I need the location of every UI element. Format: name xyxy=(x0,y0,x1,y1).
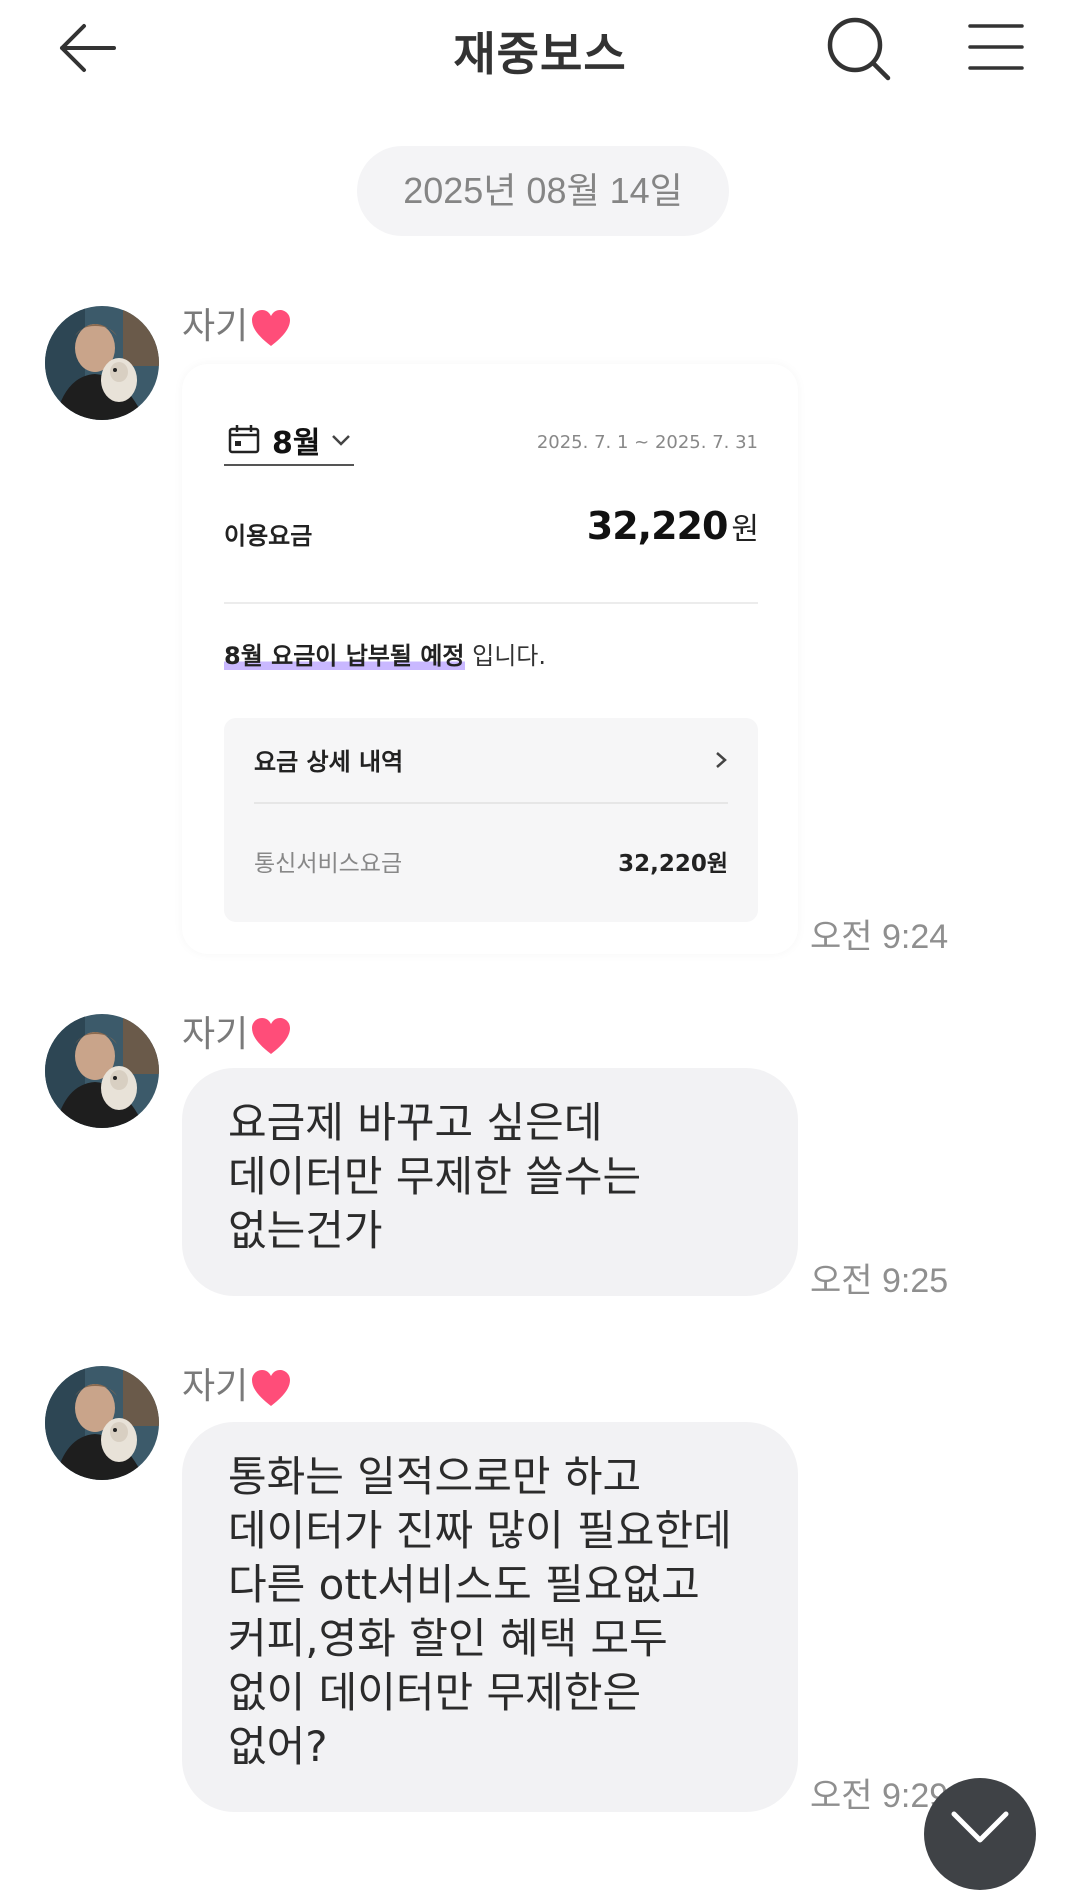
sender-name-text: 자기 xyxy=(182,1366,249,1407)
message-line: 없이 데이터만 무제한은 xyxy=(228,1668,642,1717)
payment-notice: 8월 요금이 납부될 예정 입니다. xyxy=(224,636,546,671)
message-line: 다른 ott서비스도 필요없고 xyxy=(228,1560,700,1609)
sender-name: 자기 xyxy=(182,1012,292,1058)
notice-highlight: 8월 요금이 납부될 예정 xyxy=(224,642,465,670)
message-time: 오전 9:25 xyxy=(810,1262,949,1300)
message-line: 통화는 일적으로만 하고 xyxy=(228,1452,642,1501)
billing-period: 2025. 7. 1 ~ 2025. 7. 31 xyxy=(536,432,758,453)
arrow-left-icon xyxy=(60,24,116,72)
message-bubble[interactable]: 요금제 바꾸고 싶은데 데이터만 무제한 쓸수는 없는건가 xyxy=(182,1068,798,1296)
profile-photo xyxy=(45,1014,159,1128)
avatar[interactable] xyxy=(45,306,159,420)
search-button[interactable] xyxy=(826,16,892,82)
fee-detail-card: 요금 상세 내역 통신서비스요금 32,220원 xyxy=(224,718,758,922)
divider xyxy=(224,602,758,604)
usage-fee-label: 이용요금 xyxy=(224,522,313,550)
chevron-right-icon xyxy=(716,752,727,768)
search-icon xyxy=(827,17,891,81)
message-line: 요금제 바꾸고 싶은데 xyxy=(228,1098,603,1147)
month-selector: 8월 xyxy=(224,420,354,466)
message-time: 오전 9:24 xyxy=(810,918,949,956)
image-message[interactable]: 8월 2025. 7. 1 ~ 2025. 7. 31 이용요금 32,220 원… xyxy=(182,364,798,954)
message-line: 데이터가 진짜 많이 필요한데 xyxy=(228,1506,732,1555)
profile-photo xyxy=(45,1366,159,1480)
heart-icon xyxy=(252,1370,291,1406)
avatar[interactable] xyxy=(45,1014,159,1128)
calendar-icon xyxy=(228,425,260,454)
chat-title: 재중보스 xyxy=(453,27,627,81)
divider xyxy=(254,802,728,804)
fee-item-label: 통신서비스요금 xyxy=(254,851,403,877)
month-label: 8월 xyxy=(272,426,321,461)
sender-name: 자기 xyxy=(182,1364,292,1410)
usage-amount-unit: 원 xyxy=(731,512,759,547)
usage-fee-amount: 32,220 원 xyxy=(586,504,759,548)
message-bubble[interactable]: 통화는 일적으로만 하고 데이터가 진짜 많이 필요한데 다른 ott서비스도 … xyxy=(182,1422,798,1812)
usage-amount-value: 32,220 xyxy=(586,504,729,548)
notice-rest: 입니다. xyxy=(464,642,546,670)
avatar[interactable] xyxy=(45,1366,159,1480)
menu-button[interactable] xyxy=(968,22,1024,72)
message-line: 없는건가 xyxy=(228,1206,383,1255)
fee-item-amount: 32,220원 xyxy=(618,851,728,877)
message-line: 데이터만 무제한 쓸수는 xyxy=(228,1152,642,1201)
back-button[interactable] xyxy=(58,22,118,74)
message-line: 커피,영화 할인 혜택 모두 xyxy=(228,1614,668,1663)
sender-name-text: 자기 xyxy=(182,1014,249,1055)
heart-icon xyxy=(252,1018,291,1054)
scroll-to-bottom-button[interactable] xyxy=(924,1778,1036,1890)
chevron-down-icon xyxy=(332,435,350,446)
chevron-down-icon xyxy=(951,1811,1009,1843)
profile-photo xyxy=(45,306,159,420)
top-app-bar: 재중보스 xyxy=(0,0,1080,96)
sender-name-text: 자기 xyxy=(182,306,249,347)
sender-name: 자기 xyxy=(182,304,292,350)
hamburger-menu-icon xyxy=(968,24,1024,70)
fee-detail-title: 요금 상세 내역 xyxy=(254,748,404,776)
message-line: 없어? xyxy=(228,1722,328,1771)
heart-icon xyxy=(252,310,291,346)
date-divider: 2025년 08월 14일 xyxy=(357,146,729,236)
